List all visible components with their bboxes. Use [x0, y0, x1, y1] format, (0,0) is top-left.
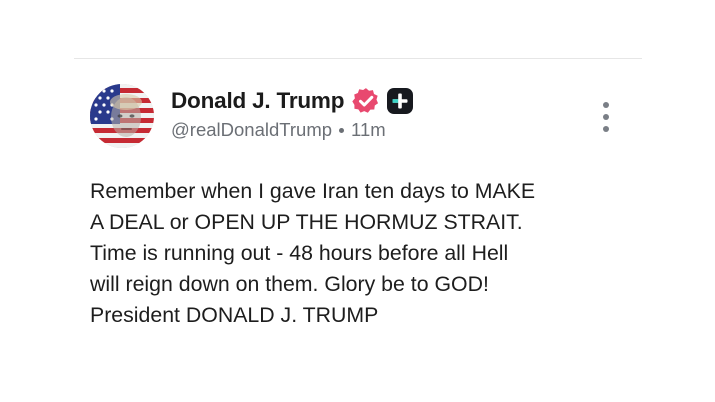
name-row: Donald J. Trump	[171, 86, 591, 116]
more-vertical-icon	[603, 102, 609, 108]
separator-dot	[339, 127, 345, 133]
verified-check-icon	[352, 87, 380, 115]
more-vertical-icon-dot	[603, 114, 609, 120]
meta-row: @realDonaldTrump 11m	[171, 119, 591, 141]
author-display-name[interactable]: Donald J. Trump	[171, 88, 344, 114]
post-timestamp[interactable]: 11m	[351, 119, 386, 141]
post-body-text: Remember when I gave Iran ten days to MA…	[90, 179, 536, 327]
avatar-image	[90, 84, 154, 148]
more-vertical-icon-dot	[603, 126, 609, 132]
top-divider	[74, 58, 642, 59]
avatar[interactable]	[90, 84, 154, 148]
plus-badge-icon	[386, 87, 414, 115]
author-handle[interactable]: @realDonaldTrump	[171, 119, 332, 141]
post-header: Donald J. Trump @realDonaldTrump 11m	[171, 86, 591, 141]
more-options-button[interactable]	[596, 100, 616, 134]
